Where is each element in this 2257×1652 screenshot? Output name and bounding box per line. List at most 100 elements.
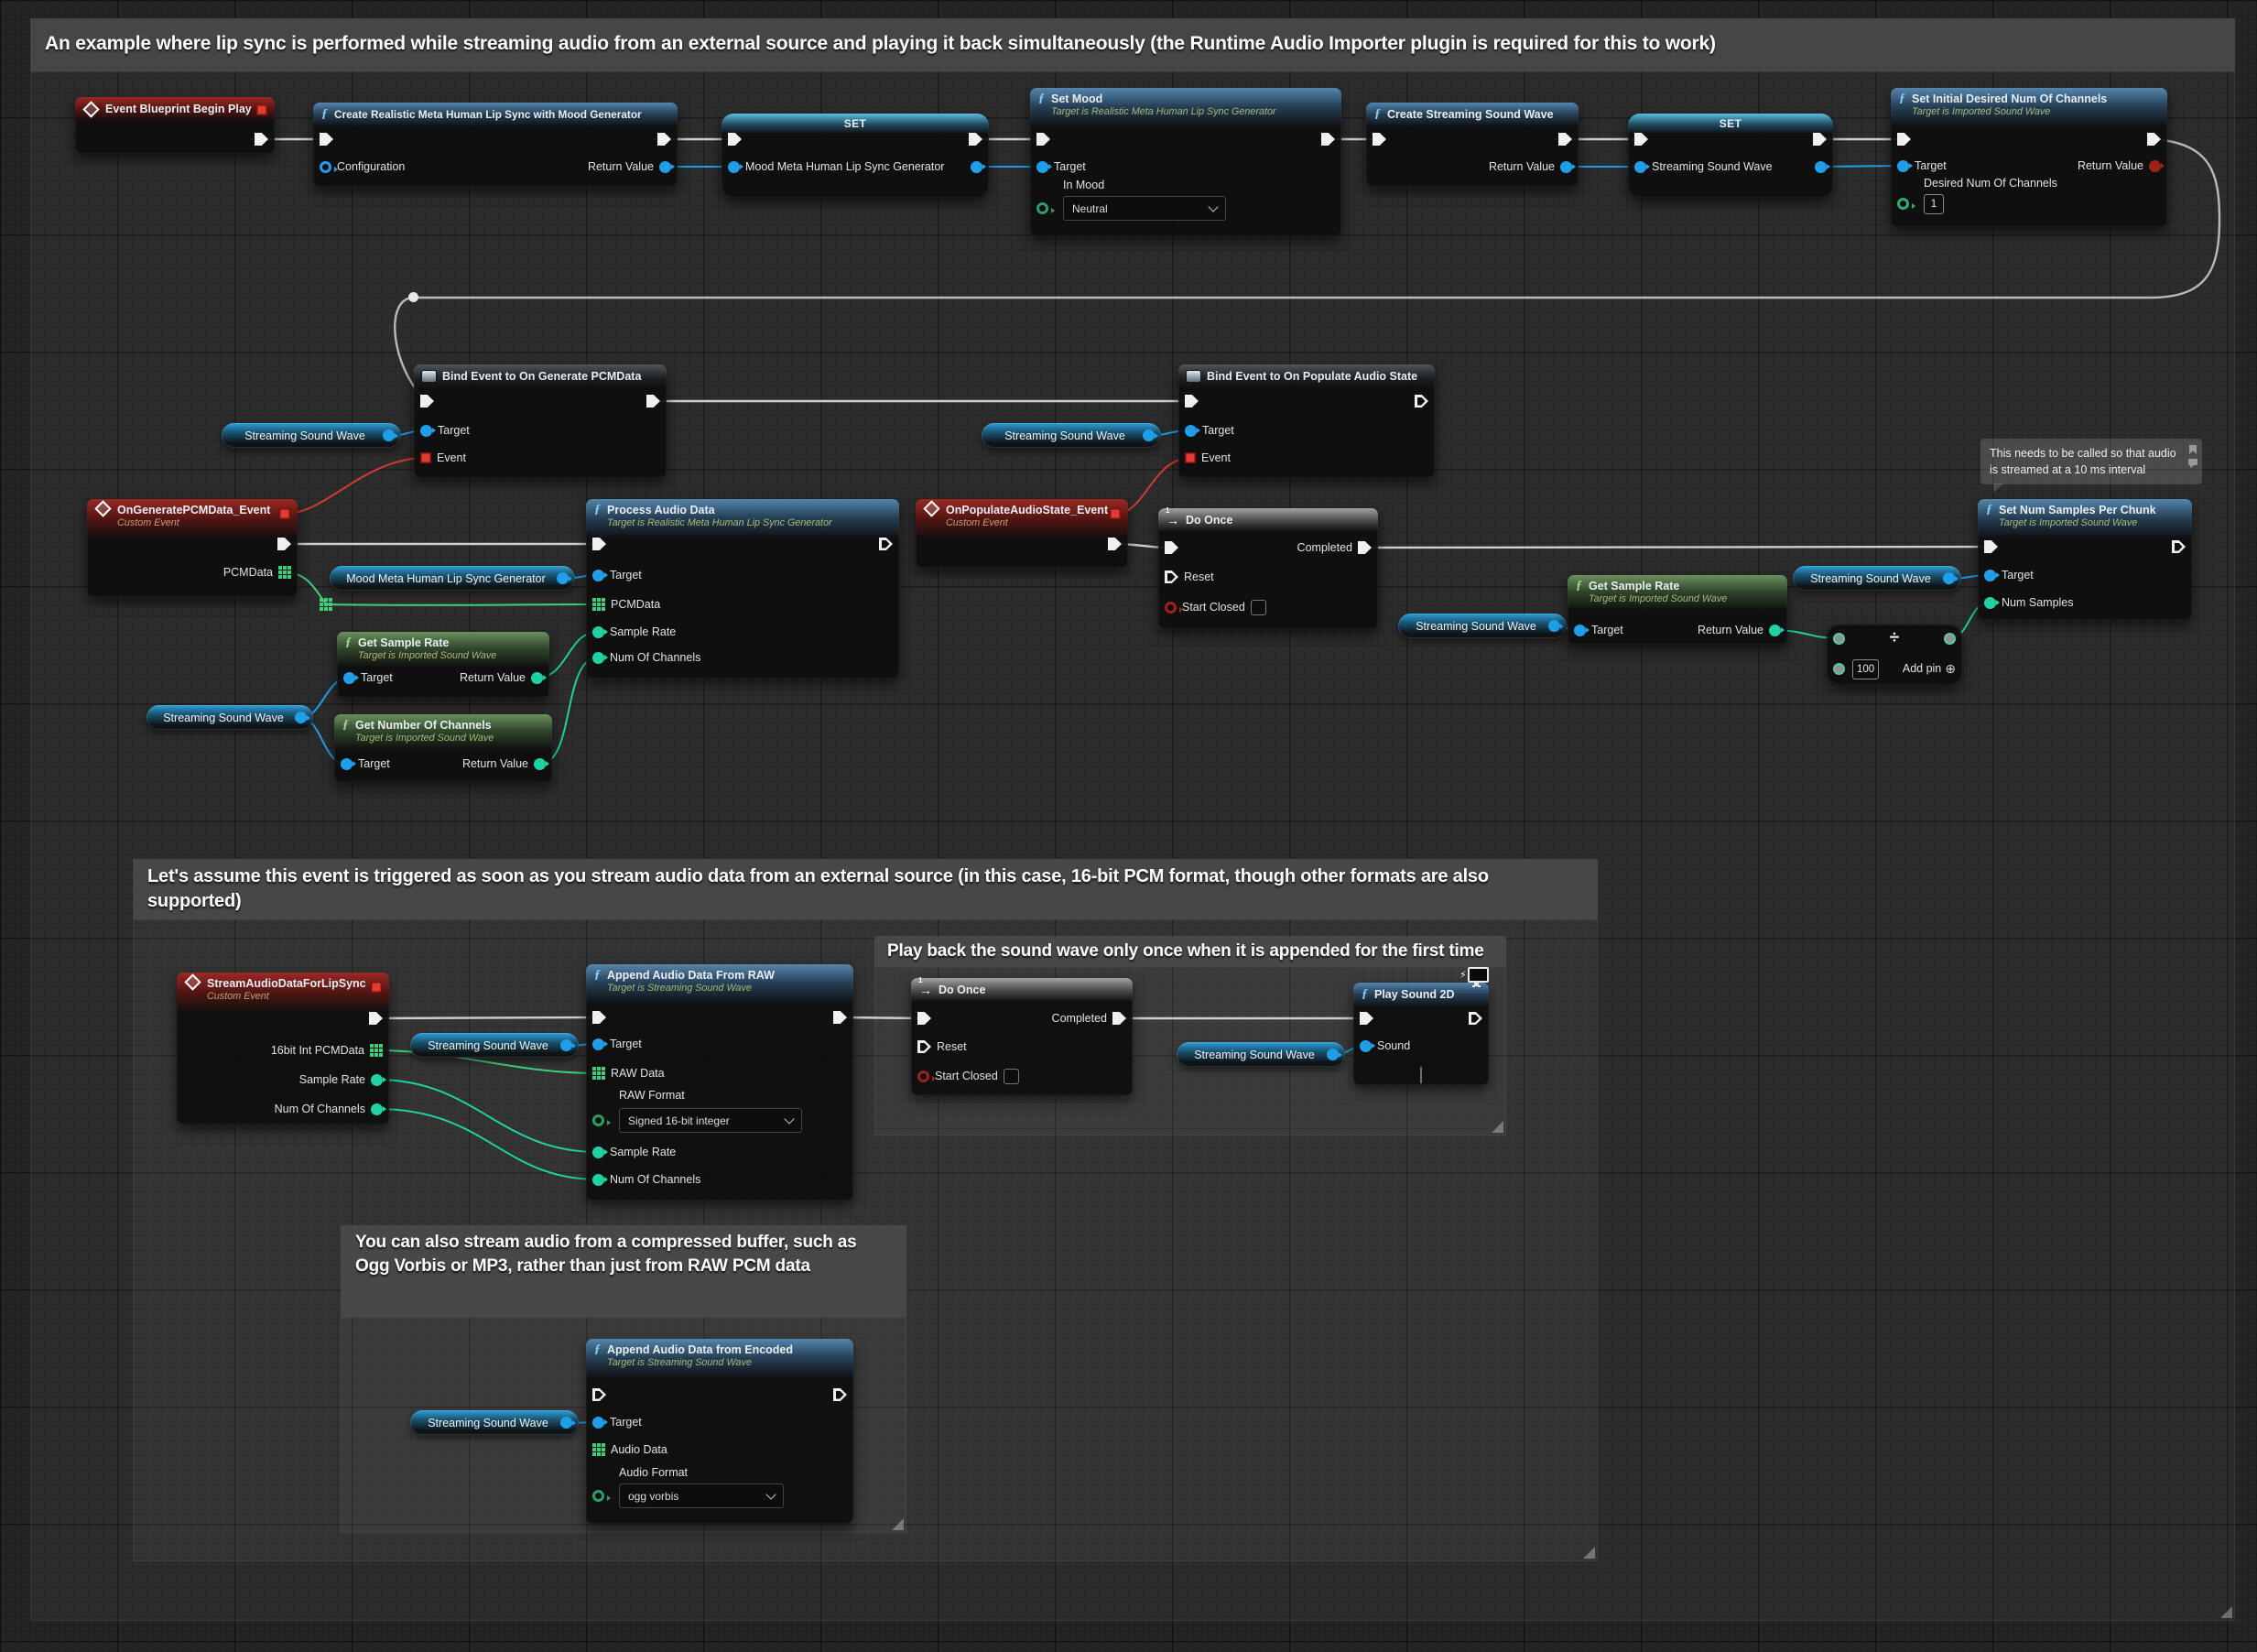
target-pin[interactable]: Target [1897,154,1947,178]
pcm16-pin[interactable]: 16bit Int PCMData [271,1038,383,1062]
add-pin-button[interactable]: ⊕Add pin [1903,657,1956,680]
node-expander-chevron[interactable] [1421,1067,1422,1083]
delegate-pin[interactable] [371,982,382,993]
object-pin[interactable] [295,712,307,723]
exec-in-pin[interactable] [1634,127,1648,151]
exec-out-pin[interactable] [833,1383,847,1407]
target-pin[interactable]: Target [1185,418,1234,442]
audio-format-pin[interactable] [592,1484,604,1507]
delegate-pin[interactable] [256,104,267,115]
exec-out-pin[interactable] [369,1006,383,1030]
exec-out-pin[interactable] [277,532,291,556]
node-process-audio-data[interactable]: ƒ Process Audio DataTarget is Realistic … [586,499,899,679]
exec-in-pin[interactable] [1360,1006,1373,1030]
divisor-input[interactable]: 100 [1852,659,1879,679]
node-comment-bubble[interactable]: This needs to be called so that audio is… [1980,439,2202,484]
exec-out-pin[interactable] [1321,127,1335,151]
variable-pill-mood-generator[interactable]: Mood Meta Human Lip Sync Generator [330,566,575,591]
sound-pin[interactable]: Sound [1360,1034,1410,1058]
node-bind-event-populate-audio-state[interactable]: Bind Event to On Populate Audio State Ta… [1178,364,1435,478]
target-pin[interactable]: Target [592,563,642,587]
exec-in-pin[interactable] [917,1006,931,1030]
sample-rate-pin[interactable]: Sample Rate [592,1140,676,1164]
value-in-pin[interactable]: Mood Meta Human Lip Sync Generator [728,155,944,179]
target-pin[interactable]: Target [420,418,470,442]
node-do-once-1[interactable]: 1→ Do Once Completed Reset Start Closed [1158,508,1378,629]
value-in-pin[interactable]: Streaming Sound Wave [1634,155,1773,179]
exec-in-pin[interactable] [1897,127,1911,151]
delegate-pin[interactable] [279,508,290,519]
return-value-pin[interactable]: Return Value [1489,155,1572,179]
exec-out-pin[interactable] [255,127,268,151]
raw-format-dropdown[interactable]: Signed 16-bit integer [619,1108,802,1133]
object-pin[interactable] [1327,1049,1339,1060]
delegate-pin[interactable] [1110,508,1121,519]
target-pin[interactable]: Target [1984,563,2034,587]
target-pin[interactable]: Target [592,1032,642,1056]
variable-pill-streaming-sound-wave[interactable]: Streaming Sound Wave [222,423,401,448]
comment-screen-icon[interactable]: ⚡ [1459,967,1489,983]
exec-out-pin[interactable] [657,127,671,151]
dividend-pin[interactable] [1833,626,1845,650]
exec-in-pin[interactable] [592,532,606,556]
variable-pill-streaming-sound-wave[interactable]: Streaming Sound Wave [1793,566,1961,591]
node-bind-event-generate-pcmdata[interactable]: Bind Event to On Generate PCMData Target… [414,364,667,478]
object-pin[interactable] [383,429,395,441]
object-pin[interactable] [560,1417,572,1429]
node-append-audio-data-from-raw[interactable]: ƒ Append Audio Data From RAWTarget is St… [586,964,853,1201]
node-do-once-2[interactable]: 1→ Do Once Completed Reset Start Closed [911,978,1133,1095]
exec-out-pin[interactable] [1415,389,1428,413]
exec-in-pin[interactable] [1984,535,1998,559]
return-value-pin[interactable]: Return Value [588,155,671,179]
return-value-pin[interactable]: Return Value [2078,154,2161,178]
target-pin[interactable]: Target [341,752,390,776]
divisor-pin[interactable] [1833,657,1845,680]
pcmdata-pin[interactable]: PCMData [592,592,660,616]
return-value-pin[interactable]: Return Value [1698,618,1781,642]
pcmdata-pin[interactable]: PCMData [223,560,291,584]
num-of-channels-pin[interactable]: Num Of Channels [592,646,700,669]
value-out-pin[interactable] [971,155,982,179]
exec-in-pin[interactable] [592,1005,606,1029]
variable-pill-streaming-sound-wave[interactable]: Streaming Sound Wave [146,705,313,730]
exec-out-pin[interactable] [2172,535,2186,559]
exec-in-pin[interactable] [1036,127,1050,151]
exec-in-pin[interactable] [320,127,333,151]
exec-out-pin[interactable] [833,1005,847,1029]
node-play-sound-2d[interactable]: ƒ Play Sound 2D Sound [1353,983,1489,1085]
mood-dropdown[interactable]: Neutral [1063,196,1226,221]
variable-pill-streaming-sound-wave[interactable]: Streaming Sound Wave [1398,614,1567,638]
exec-out-pin[interactable] [1558,127,1572,151]
audio-format-dropdown[interactable]: ogg vorbis [619,1484,784,1508]
completed-pin[interactable]: Completed [1297,536,1372,560]
object-pin[interactable] [1548,620,1560,632]
variable-pill-streaming-sound-wave[interactable]: Streaming Sound Wave [1177,1042,1345,1067]
num-of-channels-pin[interactable]: Num Of Channels [592,1168,700,1191]
node-set-mood-generator-variable[interactable]: SET Mood Meta Human Lip Sync Generator [722,114,989,198]
start-closed-checkbox[interactable] [1251,600,1266,615]
exec-out-pin[interactable] [969,127,982,151]
reroute-node[interactable] [408,292,418,302]
node-event-begin-play[interactable]: Event Blueprint Begin Play [75,97,275,154]
raw-data-pin[interactable]: RAW Data [592,1061,665,1085]
node-set-initial-desired-num-channels[interactable]: ƒ Set Initial Desired Num Of ChannelsTar… [1891,88,2167,227]
pushpin-icon[interactable] [2189,445,2197,454]
blueprint-canvas[interactable]: An example where lip sync is performed w… [0,0,2257,1652]
result-pin[interactable] [1944,626,1956,650]
exec-in-pin[interactable] [592,1383,606,1407]
exec-out-pin[interactable] [646,389,660,413]
sample-rate-pin[interactable]: Sample Rate [299,1068,383,1092]
num-of-channels-pin[interactable]: Num Of Channels [275,1097,383,1121]
node-on-populate-audio-state-event[interactable]: OnPopulateAudioState_EventCustom Event [916,499,1128,568]
completed-pin[interactable]: Completed [1052,1006,1126,1030]
target-pin[interactable]: Target [1036,155,1086,179]
sample-rate-pin[interactable]: Sample Rate [592,620,676,644]
event-pin[interactable]: Event [1185,446,1231,470]
exec-out-pin[interactable] [1813,127,1827,151]
exec-in-pin[interactable] [728,127,742,151]
node-create-streaming-sound-wave[interactable]: ƒ Create Streaming Sound Wave Return Val… [1366,103,1579,187]
target-pin[interactable]: Target [1574,618,1623,642]
exec-in-pin[interactable] [420,389,434,413]
object-pin[interactable] [1943,572,1955,584]
exec-out-pin[interactable] [879,532,893,556]
